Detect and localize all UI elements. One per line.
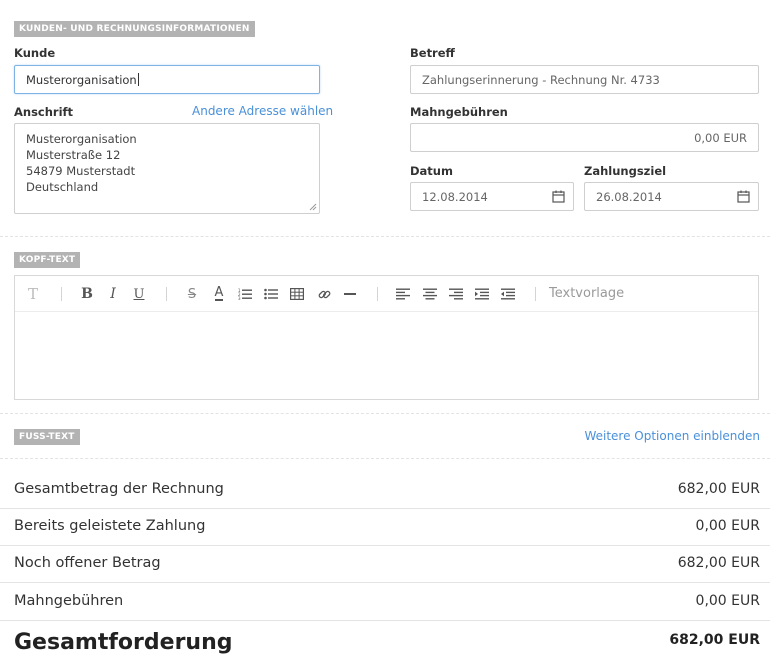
summary-row: Noch offener Betrag 682,00 EUR <box>0 546 770 583</box>
section-divider <box>0 458 770 459</box>
fees-input-value: 0,00 EUR <box>694 130 747 145</box>
show-more-options-link[interactable]: Weitere Optionen einblenden <box>584 429 760 443</box>
text-template-button[interactable]: Textvorlage <box>549 286 624 301</box>
customer-label: Kunde <box>14 46 56 60</box>
summary-row: Bereits geleistete Zahlung 0,00 EUR <box>0 509 770 546</box>
align-center-icon[interactable] <box>421 285 439 303</box>
table-icon[interactable] <box>288 285 306 303</box>
italic-icon[interactable]: I <box>104 285 122 303</box>
section-divider <box>0 413 770 414</box>
date-input-value: 12.08.2014 <box>422 189 488 204</box>
align-right-icon[interactable] <box>447 285 465 303</box>
section-tag-footer-text: FUSS-TEXT <box>14 429 80 445</box>
due-label: Zahlungsziel <box>584 164 667 178</box>
customer-input-value: Musterorganisation <box>26 72 137 87</box>
bold-icon[interactable]: B <box>78 285 96 303</box>
bullet-list-icon[interactable] <box>262 285 280 303</box>
editor-content-area[interactable] <box>15 312 758 399</box>
format-paragraph-icon[interactable]: T <box>24 285 42 303</box>
rich-text-editor[interactable]: T B I U S A 123 Textvorlage <box>14 275 759 400</box>
summary-row-label: Bereits geleistete Zahlung <box>14 518 206 534</box>
section-tag-customer-info: KUNDEN- UND RECHNUNGSINFORMATIONEN <box>14 21 255 37</box>
resize-grip-icon[interactable] <box>309 203 317 211</box>
address-textarea[interactable]: Musterorganisation Musterstraße 12 54879… <box>14 123 320 214</box>
align-left-icon[interactable] <box>394 285 412 303</box>
summary-row-value: 682,00 EUR <box>677 555 760 571</box>
summary-row-label: Gesamtbetrag der Rechnung <box>14 481 224 497</box>
subject-input-value: Zahlungserinnerung - Rechnung Nr. 4733 <box>422 72 660 87</box>
total-claim-label: Gesamtforderung <box>14 630 233 655</box>
fees-label: Mahngebühren <box>410 105 508 119</box>
toolbar-separator <box>535 287 536 301</box>
text-caret <box>137 73 139 86</box>
text-color-icon[interactable]: A <box>210 285 228 303</box>
summary-row-label: Mahngebühren <box>14 593 124 609</box>
fees-input[interactable]: 0,00 EUR <box>410 123 759 152</box>
subject-input[interactable]: Zahlungserinnerung - Rechnung Nr. 4733 <box>410 65 759 94</box>
horizontal-rule-icon[interactable] <box>341 285 359 303</box>
indent-icon[interactable] <box>473 285 491 303</box>
date-input[interactable]: 12.08.2014 <box>410 182 574 211</box>
summary-row-value: 682,00 EUR <box>677 481 760 497</box>
due-date-input-value: 26.08.2014 <box>596 189 662 204</box>
total-claim-value: 682,00 EUR <box>669 632 760 648</box>
address-label: Anschrift <box>14 105 74 119</box>
outdent-icon[interactable] <box>499 285 517 303</box>
section-divider <box>0 236 770 237</box>
ordered-list-icon[interactable]: 123 <box>236 285 254 303</box>
link-icon[interactable] <box>315 285 333 303</box>
toolbar-separator <box>166 287 167 301</box>
address-line: Musterorganisation <box>26 132 137 146</box>
subject-label: Betreff <box>410 46 455 60</box>
customer-input[interactable]: Musterorganisation <box>14 65 320 94</box>
summary-row: Gesamtbetrag der Rechnung 682,00 EUR <box>0 472 770 509</box>
calendar-icon[interactable] <box>737 190 750 203</box>
editor-toolbar: T B I U S A 123 Textvorlage <box>15 276 758 312</box>
toolbar-separator <box>377 287 378 301</box>
date-label: Datum <box>410 164 453 178</box>
summary-row-value: 0,00 EUR <box>695 593 760 609</box>
address-line: Deutschland <box>26 180 99 194</box>
choose-other-address-link[interactable]: Andere Adresse wählen <box>192 104 333 118</box>
address-line: 54879 Musterstadt <box>26 164 136 178</box>
section-tag-header-text: KOPF-TEXT <box>14 252 81 268</box>
summary-row-value: 0,00 EUR <box>695 518 760 534</box>
toolbar-separator <box>61 287 62 301</box>
summary-row-label: Noch offener Betrag <box>14 555 161 571</box>
strikethrough-icon[interactable]: S <box>183 285 201 303</box>
address-line: Musterstraße 12 <box>26 148 121 162</box>
underline-icon[interactable]: U <box>130 285 148 303</box>
summary-row: Mahngebühren 0,00 EUR <box>0 584 770 621</box>
svg-text:3: 3 <box>238 296 241 300</box>
calendar-icon[interactable] <box>552 190 565 203</box>
due-date-input[interactable]: 26.08.2014 <box>584 182 759 211</box>
